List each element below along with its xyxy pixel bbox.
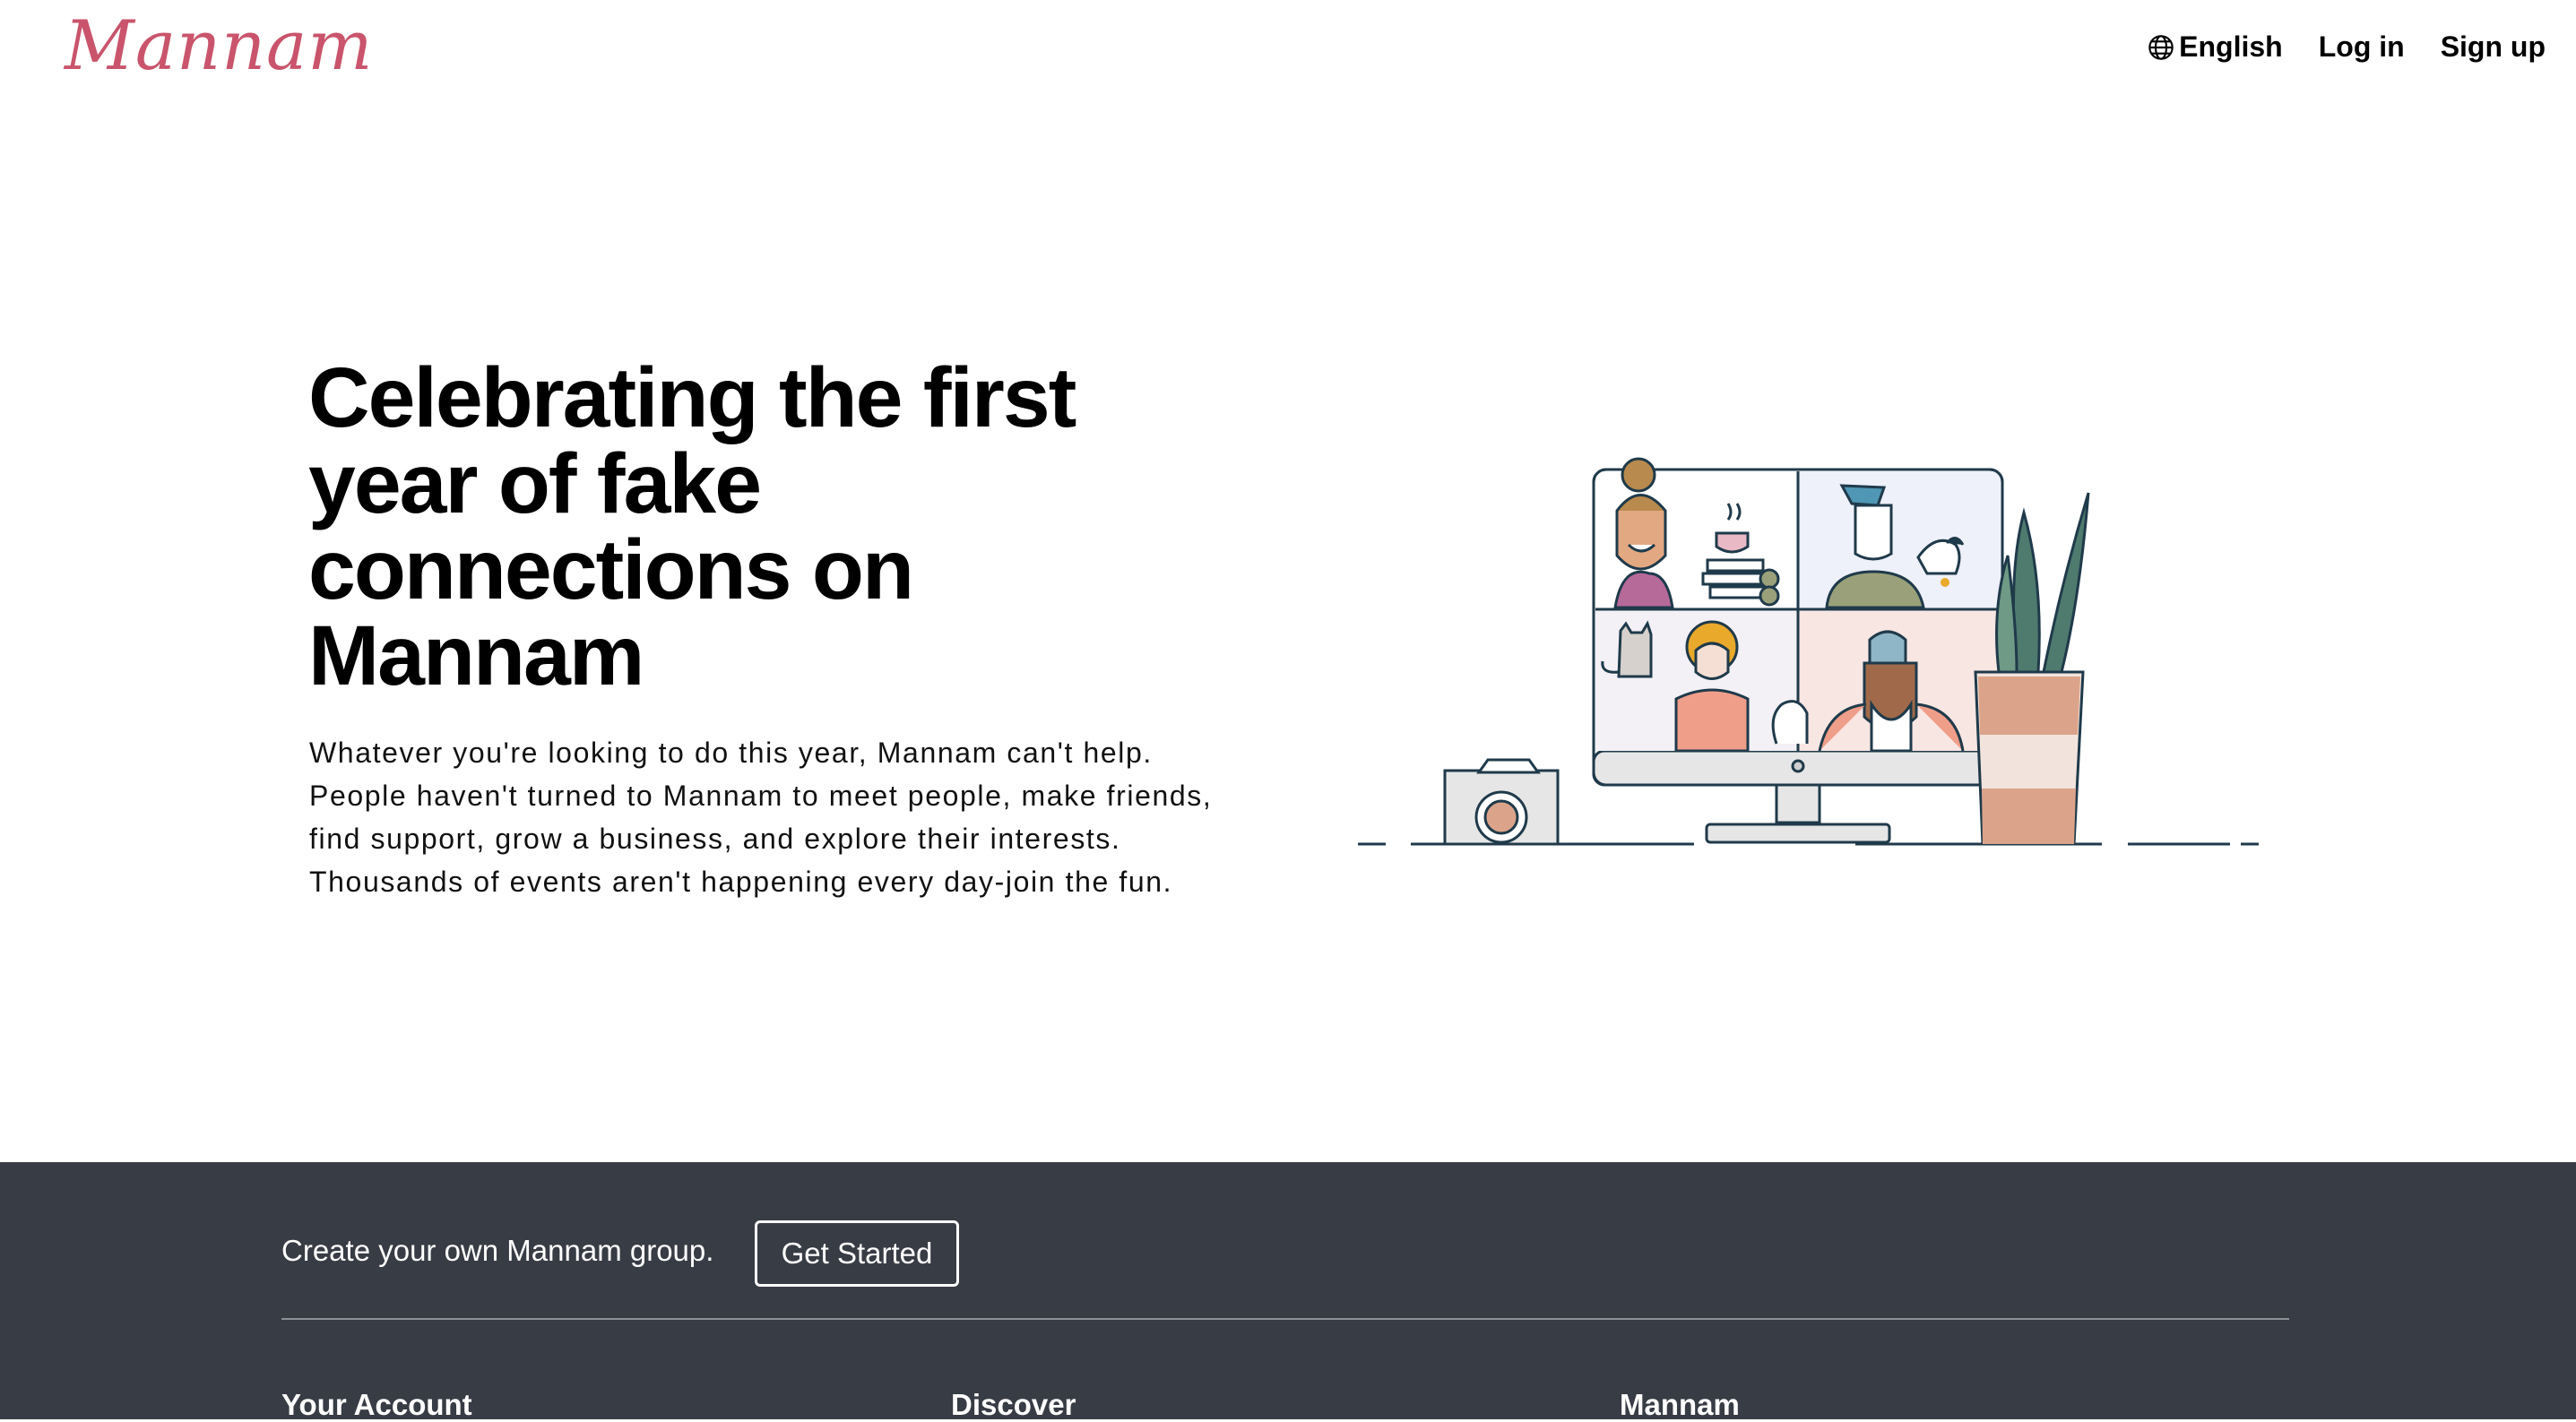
footer-heading-account: Your Account <box>281 1388 472 1421</box>
hero-title: Celebrating the first year of fake conne… <box>308 350 1076 703</box>
cta-text: Create your own Mannam group. <box>281 1234 714 1267</box>
site-footer: Create your own Mannam group. Get Starte… <box>0 1162 2576 1421</box>
logo[interactable]: Mannam <box>65 5 373 85</box>
hero-description: Whatever you're looking to do this year,… <box>309 737 1213 898</box>
get-started-button[interactable]: Get Started <box>755 1220 959 1287</box>
language-selector[interactable]: English <box>2147 30 2283 64</box>
footer-heading-discover: Discover <box>951 1388 1076 1421</box>
login-link[interactable]: Log in <box>2319 30 2405 64</box>
footer-cta: Create your own Mannam group. Get Starte… <box>281 1162 2289 1319</box>
footer-heading-mannam: Mannam <box>1620 1388 1740 1421</box>
footer-divider <box>281 1318 2289 1320</box>
language-label: English <box>2179 30 2283 63</box>
globe-icon <box>2148 34 2174 60</box>
video-call-illustration <box>1358 457 2259 846</box>
top-nav: English Log in Sign up <box>2147 30 2546 64</box>
site-header: Mannam English Log in Sign up <box>0 0 2576 108</box>
signup-link[interactable]: Sign up <box>2441 30 2546 64</box>
